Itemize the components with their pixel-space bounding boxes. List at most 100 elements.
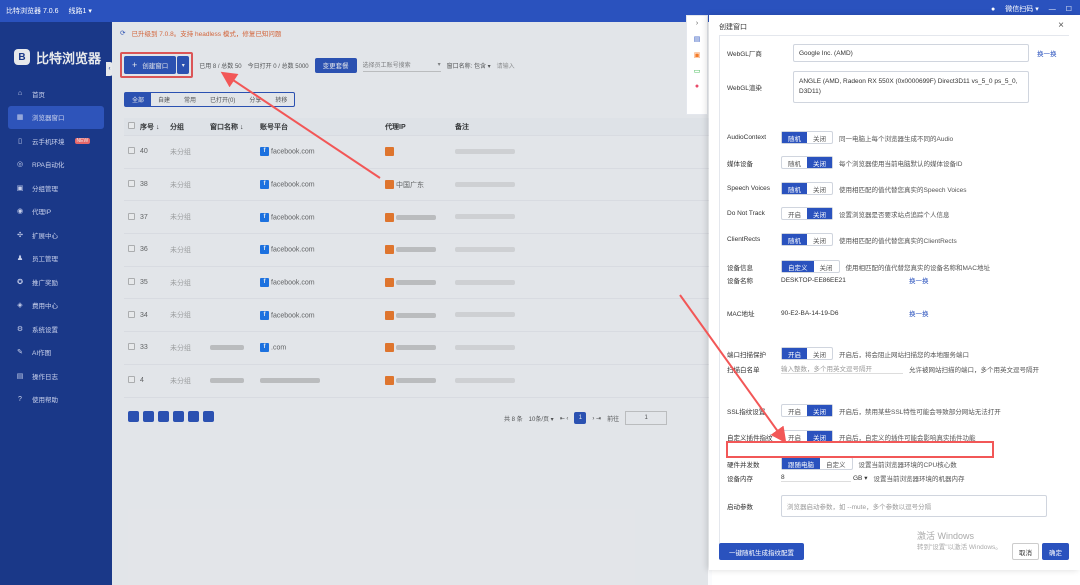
- hardware-row: 硬件并发数 跟随电脑 自定义 设置当前浏览器环境的CPU核心数: [727, 457, 1067, 470]
- portscan-row: 端口扫描保护 开启 关闭 开启后，将会阻止网站扫描您的本地服务端口: [727, 347, 1067, 360]
- watermark-line1: 激活 Windows: [917, 531, 975, 541]
- devinfo-option-a[interactable]: 自定义: [782, 261, 814, 272]
- webgl-vendor-row: WebGL厂商 Google Inc. (AMD) 换一换: [727, 44, 1067, 62]
- webgl-vendor-input[interactable]: Google Inc. (AMD): [793, 44, 1029, 62]
- close-icon[interactable]: ×: [1058, 20, 1064, 31]
- whitelist-label: 扫描白名单: [727, 366, 760, 374]
- confirm-button[interactable]: 确定: [1042, 543, 1069, 560]
- webgl-vendor-change-link[interactable]: 换一换: [1037, 48, 1057, 58]
- ssl-toggle: 开启 关闭: [781, 404, 833, 417]
- webgl-render-row: WebGL渲染 ANGLE (AMD, Radeon RX 550X (0x00…: [727, 71, 1067, 103]
- launch-row: 启动参数 浏览器启动参数，如 --mute，多个参数以逗号分隔: [727, 495, 1067, 517]
- hardware-toggle: 跟随电脑 自定义: [781, 457, 853, 470]
- speech-label: Speech Voices: [727, 185, 771, 192]
- portscan-toggle: 开启 关闭: [781, 347, 833, 360]
- dnt-row: Do Not Track 开启 关闭 设置浏览器是否要求站点追踪个人信息: [727, 207, 1067, 220]
- whitelist-desc: 允许被网站扫描的端口，多个用英文逗号隔开: [909, 366, 1039, 374]
- create-window-dialog: 创建窗口 × WebGL厂商 Google Inc. (AMD) 换一换 Web…: [709, 15, 1080, 570]
- audio-option-b[interactable]: 关闭: [807, 132, 832, 143]
- launch-label: 启动参数: [727, 504, 753, 511]
- modal-overlay: [0, 22, 708, 585]
- memory-input[interactable]: 8: [781, 474, 851, 482]
- launch-input[interactable]: 浏览器启动参数，如 --mute，多个参数以逗号分隔: [781, 495, 1047, 517]
- mac-row: MAC地址 90-E2-BA-14-19-D6 换一换: [727, 308, 1067, 319]
- media-label: 媒体设备: [727, 160, 753, 168]
- avatar[interactable]: ●: [991, 6, 995, 13]
- dnt-label: Do Not Track: [727, 210, 765, 217]
- devinfo-label: 设备信息: [727, 264, 753, 272]
- ssl-option-a[interactable]: 开启: [782, 405, 807, 416]
- rects-desc: 使用相匹配的值代替您真实的ClientRects: [839, 237, 957, 245]
- speech-desc: 使用相匹配的值代替您真实的Speech Voices: [839, 186, 967, 194]
- devinfo-option-b[interactable]: 关闭: [814, 261, 839, 272]
- hardware-label: 硬件并发数: [727, 461, 760, 469]
- windows-watermark: 激活 Windows 转到"设置"以激活 Windows。: [917, 530, 1002, 554]
- rects-option-a[interactable]: 随机: [782, 234, 807, 245]
- app-icon[interactable]: ●: [695, 83, 699, 90]
- whitelist-input[interactable]: 输入整数，多个用英文逗号隔开: [781, 363, 903, 374]
- ssl-option-b[interactable]: 关闭: [807, 405, 832, 416]
- dnt-desc: 设置浏览器是否要求站点追踪个人信息: [839, 211, 950, 219]
- dialog-footer: 一键随机生成指纹配置 取消 确定: [719, 543, 1069, 567]
- rects-option-b[interactable]: 关闭: [807, 234, 832, 245]
- rects-toggle: 随机 关闭: [781, 233, 833, 246]
- dnt-toggle: 开启 关闭: [781, 207, 833, 220]
- whitelist-row: 扫描白名单 输入整数，多个用英文逗号隔开 允许被网站扫描的端口，多个用英文逗号隔…: [727, 363, 1067, 374]
- portscan-label: 端口扫描保护: [727, 351, 766, 359]
- line-selector[interactable]: 线路1 ▾: [69, 6, 92, 16]
- audio-row: AudioContext 随机 关闭 同一电脑上每个浏览器生成不同的Audio: [727, 131, 1067, 144]
- plugin-label: 自定义插件指纹: [727, 434, 773, 442]
- media-toggle: 随机 关闭: [781, 156, 833, 169]
- memory-row: 设备内存 8 GB ▾ 设置当前浏览器环境的机器内存: [727, 473, 1067, 483]
- audio-toggle: 随机 关闭: [781, 131, 833, 144]
- webgl-render-label: WebGL渲染: [727, 85, 762, 92]
- media-option-a[interactable]: 随机: [782, 157, 807, 168]
- minimize-icon[interactable]: —: [1049, 6, 1056, 13]
- devinfo-toggle: 自定义 关闭: [781, 260, 840, 273]
- webgl-vendor-label: WebGL厂商: [727, 51, 762, 58]
- user-menu[interactable]: 微信扫码 ▾: [1005, 4, 1038, 14]
- plugin-desc: 开启后，自定义的插件可能会影响真实插件功能: [839, 434, 976, 442]
- hardware-option-a[interactable]: 跟随电脑: [782, 458, 820, 469]
- maximize-icon[interactable]: ☐: [1066, 5, 1072, 13]
- cancel-button[interactable]: 取消: [1012, 543, 1039, 560]
- memory-unit-select[interactable]: GB ▾: [853, 474, 867, 482]
- memory-label: 设备内存: [727, 476, 753, 483]
- media-option-b[interactable]: 关闭: [807, 157, 832, 168]
- portscan-desc: 开启后，将会阻止网站扫描您的本地服务端口: [839, 351, 969, 359]
- portscan-option-b[interactable]: 关闭: [807, 348, 832, 359]
- device-name-value[interactable]: DESKTOP-EE86EE21: [781, 277, 901, 284]
- random-fingerprint-button[interactable]: 一键随机生成指纹配置: [719, 543, 804, 560]
- wechat-icon[interactable]: ▭: [694, 67, 701, 75]
- webgl-render-input[interactable]: ANGLE (AMD, Radeon RX 550X (0x0000699F) …: [793, 71, 1029, 103]
- rects-row: ClientRects 随机 关闭 使用相匹配的值代替您真实的ClientRects: [727, 233, 1067, 246]
- speech-option-b[interactable]: 关闭: [807, 183, 832, 194]
- hardware-highlight-box: [726, 441, 994, 458]
- watermark-line2: 转到"设置"以激活 Windows。: [917, 544, 1002, 551]
- mac-value[interactable]: 90-E2-BA-14-19-D6: [781, 310, 901, 317]
- dnt-option-a[interactable]: 开启: [782, 208, 807, 219]
- rects-label: ClientRects: [727, 236, 761, 243]
- mac-change-link[interactable]: 换一换: [909, 308, 929, 318]
- audio-option-a[interactable]: 随机: [782, 132, 807, 143]
- ssl-row: SSL指纹设置 开启 关闭 开启后，禁用某些SSL特性可能会导致部分网站无法打开: [727, 404, 1067, 417]
- media-row: 媒体设备 随机 关闭 每个浏览器使用当前电脑默认的媒体设备ID: [727, 156, 1067, 169]
- speech-option-a[interactable]: 随机: [782, 183, 807, 194]
- device-name-change-link[interactable]: 换一换: [909, 275, 929, 285]
- memory-desc: 设置当前浏览器环境的机器内存: [873, 476, 965, 483]
- ssl-desc: 开启后，禁用某些SSL特性可能会导致部分网站无法打开: [839, 408, 1001, 416]
- app-title: 比特浏览器 7.0.6: [6, 8, 59, 15]
- media-desc: 每个浏览器使用当前电脑默认的媒体设备ID: [839, 160, 963, 168]
- speech-row: Speech Voices 随机 关闭 使用相匹配的值代替您真实的Speech Voi…: [727, 182, 1067, 195]
- portscan-option-a[interactable]: 开启: [782, 348, 807, 359]
- collapse-icon[interactable]: ›: [696, 20, 698, 27]
- speech-toggle: 随机 关闭: [781, 182, 833, 195]
- audio-desc: 同一电脑上每个浏览器生成不同的Audio: [839, 135, 954, 143]
- dnt-option-b[interactable]: 关闭: [807, 208, 832, 219]
- hardware-desc: 设置当前浏览器环境的CPU核心数: [858, 461, 957, 469]
- hardware-option-b[interactable]: 自定义: [820, 458, 852, 469]
- message-icon[interactable]: ▤: [694, 35, 701, 43]
- devinfo-row: 设备信息 自定义 关闭 使用相匹配的值代替您真实的设备名称和MAC地址: [727, 260, 1067, 273]
- audio-label: AudioContext: [727, 134, 767, 141]
- chat-icon[interactable]: ▣: [694, 51, 701, 59]
